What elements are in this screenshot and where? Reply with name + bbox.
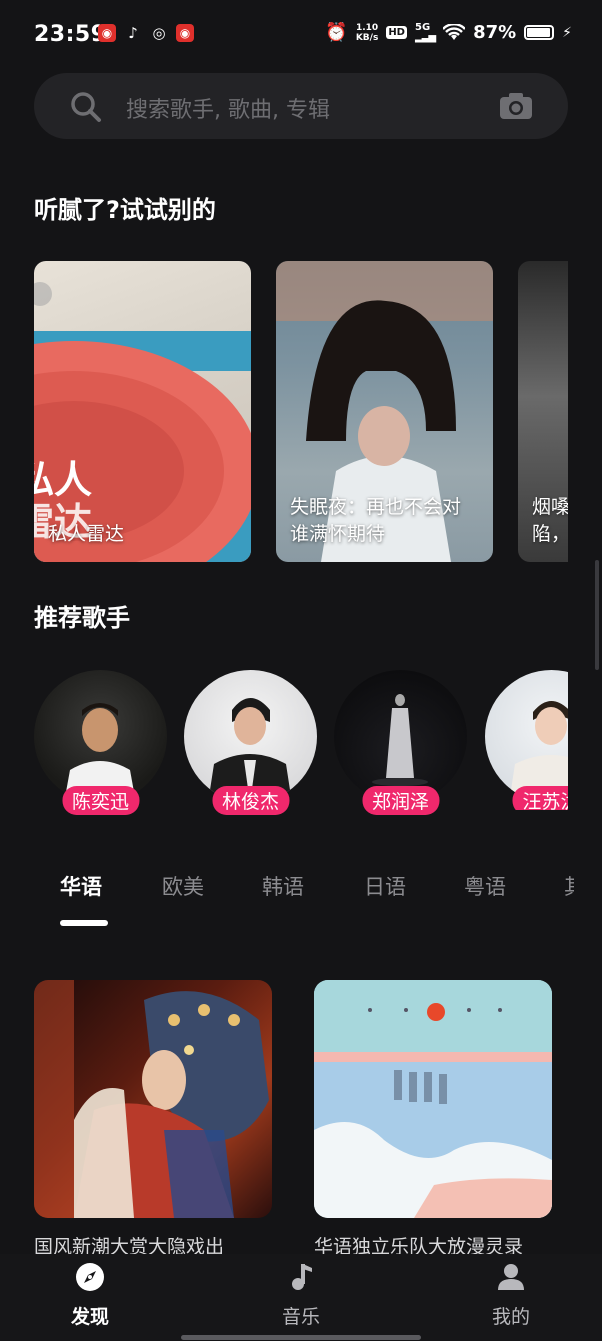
card-caption: 私人雷达 <box>48 523 125 545</box>
wifi-icon <box>443 23 466 40</box>
nav-mine[interactable]: 我的 <box>471 1262 551 1329</box>
artist-name-badge: 林俊杰 <box>211 786 290 815</box>
playlist-card-insomnia[interactable]: 失眠夜：再也不会对谁满怀期待 <box>276 261 493 562</box>
signal-5g-icon: 5G ▂▃▅ <box>414 21 436 43</box>
charging-icon: ⚡ <box>562 24 572 41</box>
artist-name-badge: 陈奕迅 <box>61 786 140 815</box>
netease-music-outline-icon: ◎ <box>152 24 166 42</box>
netease-music-icon-2: ◉ <box>176 24 194 42</box>
search-icon <box>71 92 101 122</box>
status-bar: 23:59 ◉ ♪ ◎ ◉ ⏰ 1.10 KB/s HD 5G ▂▃▅ 87% … <box>0 0 602 70</box>
artist-item[interactable]: 林俊杰 <box>184 670 317 815</box>
scrollbar <box>595 560 599 670</box>
status-right: ⏰ 1.10 KB/s HD 5G ▂▃▅ 87% ⚡ <box>325 22 572 43</box>
seascape-artwork <box>314 980 552 1218</box>
nav-label: 我的 <box>491 1306 530 1328</box>
camera-icon[interactable] <box>498 91 534 121</box>
nav-discover[interactable]: 发现 <box>50 1262 130 1329</box>
search-placeholder: 搜索歌手, 歌曲, 专辑 <box>126 98 330 123</box>
nav-label: 音乐 <box>281 1306 320 1328</box>
status-time: 23:59 <box>34 22 107 47</box>
tab-western[interactable]: 欧美 <box>162 871 204 901</box>
tab-more[interactable]: 其 <box>564 871 574 901</box>
tab-korean[interactable]: 韩语 <box>262 871 304 901</box>
music-note-icon <box>292 1264 312 1290</box>
person-icon <box>498 1264 524 1290</box>
album-card-guofeng[interactable] <box>34 980 272 1218</box>
artist-item[interactable]: 陈奕迅 <box>34 670 167 815</box>
search-bar[interactable]: 搜索歌手, 歌曲, 专辑 <box>34 73 568 139</box>
album-card-indie[interactable] <box>314 980 552 1218</box>
playlist-card-smoky-voice[interactable]: 烟嗓 陷， <box>518 261 568 562</box>
net-speed: 1.10 KB/s <box>355 22 379 43</box>
artist-item[interactable]: 郑润泽 <box>334 670 467 815</box>
artist-avatar <box>34 670 167 803</box>
artist-name-badge: 汪苏泷 <box>512 786 568 810</box>
alarm-icon: ⏰ <box>325 22 348 43</box>
tab-indicator <box>60 920 108 926</box>
section-title-try-others: 听腻了?试试别的 <box>34 196 216 224</box>
battery-percent: 87% <box>473 22 517 43</box>
notification-icons: ◉ ♪ ◎ ◉ <box>98 24 194 42</box>
tab-cantonese[interactable]: 粤语 <box>464 871 506 901</box>
artist-avatar <box>485 670 568 803</box>
tab-japanese[interactable]: 日语 <box>364 871 406 901</box>
nav-label: 发现 <box>70 1306 109 1328</box>
netease-music-icon: ◉ <box>98 24 116 42</box>
artist-name-badge: 郑润泽 <box>361 786 440 815</box>
compass-icon <box>76 1263 104 1291</box>
opera-artwork <box>34 980 269 1218</box>
home-indicator[interactable] <box>181 1335 421 1340</box>
artist-avatar <box>334 670 467 803</box>
tiktok-icon: ♪ <box>128 24 138 42</box>
artist-item[interactable]: 汪苏泷 <box>485 670 568 810</box>
battery-icon <box>524 25 555 40</box>
bottom-nav: 发现 音乐 我的 <box>0 1254 602 1341</box>
nav-music[interactable]: 音乐 <box>261 1262 341 1329</box>
section-title-artists: 推荐歌手 <box>34 604 130 632</box>
tab-mandarin[interactable]: 华语 <box>60 871 102 901</box>
artist-avatar <box>184 670 317 803</box>
card-caption: 失眠夜：再也不会对谁满怀期待 <box>290 496 462 545</box>
hd-badge: HD <box>386 26 407 39</box>
card-caption: 烟嗓 陷， <box>532 496 568 545</box>
playlist-card-private-radar[interactable]: 私人 雷达 私人雷达 <box>34 261 251 562</box>
